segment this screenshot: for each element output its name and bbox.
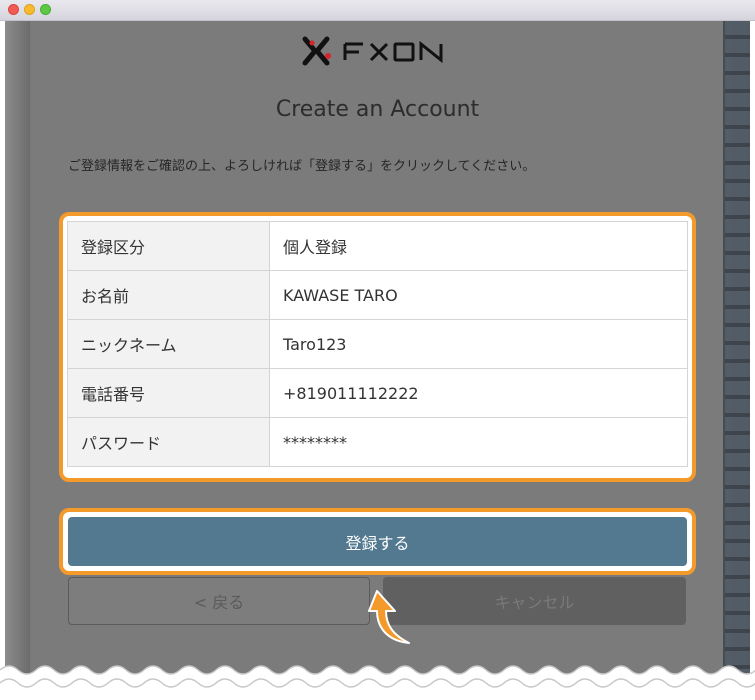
register-submit-button[interactable]: 登録する: [68, 517, 687, 566]
detail-label: 電話番号: [67, 368, 270, 418]
table-row: お名前 KAWASE TARO: [67, 270, 688, 320]
minimize-window-button[interactable]: [24, 4, 35, 15]
background-building-image: [725, 21, 750, 700]
page-title: Create an Account: [275, 97, 480, 122]
fxon-logo-wordmark: [343, 40, 443, 64]
zoom-window-button[interactable]: [40, 4, 51, 15]
pointer-arrow-icon: [368, 590, 410, 644]
detail-label: お名前: [67, 270, 270, 320]
table-row: パスワード ********: [67, 417, 688, 467]
window-titlebar: [0, 0, 755, 21]
background-edge: [5, 21, 30, 700]
table-row: ニックネーム Taro123: [67, 319, 688, 369]
close-window-button[interactable]: [8, 4, 19, 15]
detail-value: ********: [269, 417, 688, 467]
table-row: 電話番号 +819011112222: [67, 368, 688, 418]
confirmation-instruction: ご登録情報をご確認の上、よろしければ「登録する」をクリックしてください。: [68, 159, 536, 174]
detail-value: +819011112222: [269, 368, 688, 418]
app-content: Create an Account ご登録情報をご確認の上、よろしければ「登録す…: [5, 21, 750, 700]
registration-details-table: 登録区分 個人登録 お名前 KAWASE TARO ニックネーム Taro123…: [67, 221, 688, 467]
detail-value: 個人登録: [269, 221, 688, 271]
torn-edge-divider: [0, 665, 755, 700]
fxon-logo-mark: [302, 36, 331, 66]
detail-value: KAWASE TARO: [269, 270, 688, 320]
fxon-logo: [301, 33, 451, 69]
detail-label: 登録区分: [67, 221, 270, 271]
detail-value: Taro123: [269, 319, 688, 369]
cancel-button[interactable]: キャンセル: [383, 577, 686, 625]
table-row: 登録区分 個人登録: [67, 221, 688, 271]
detail-label: パスワード: [67, 417, 270, 467]
back-button[interactable]: < 戻る: [68, 577, 370, 625]
detail-label: ニックネーム: [67, 319, 270, 369]
